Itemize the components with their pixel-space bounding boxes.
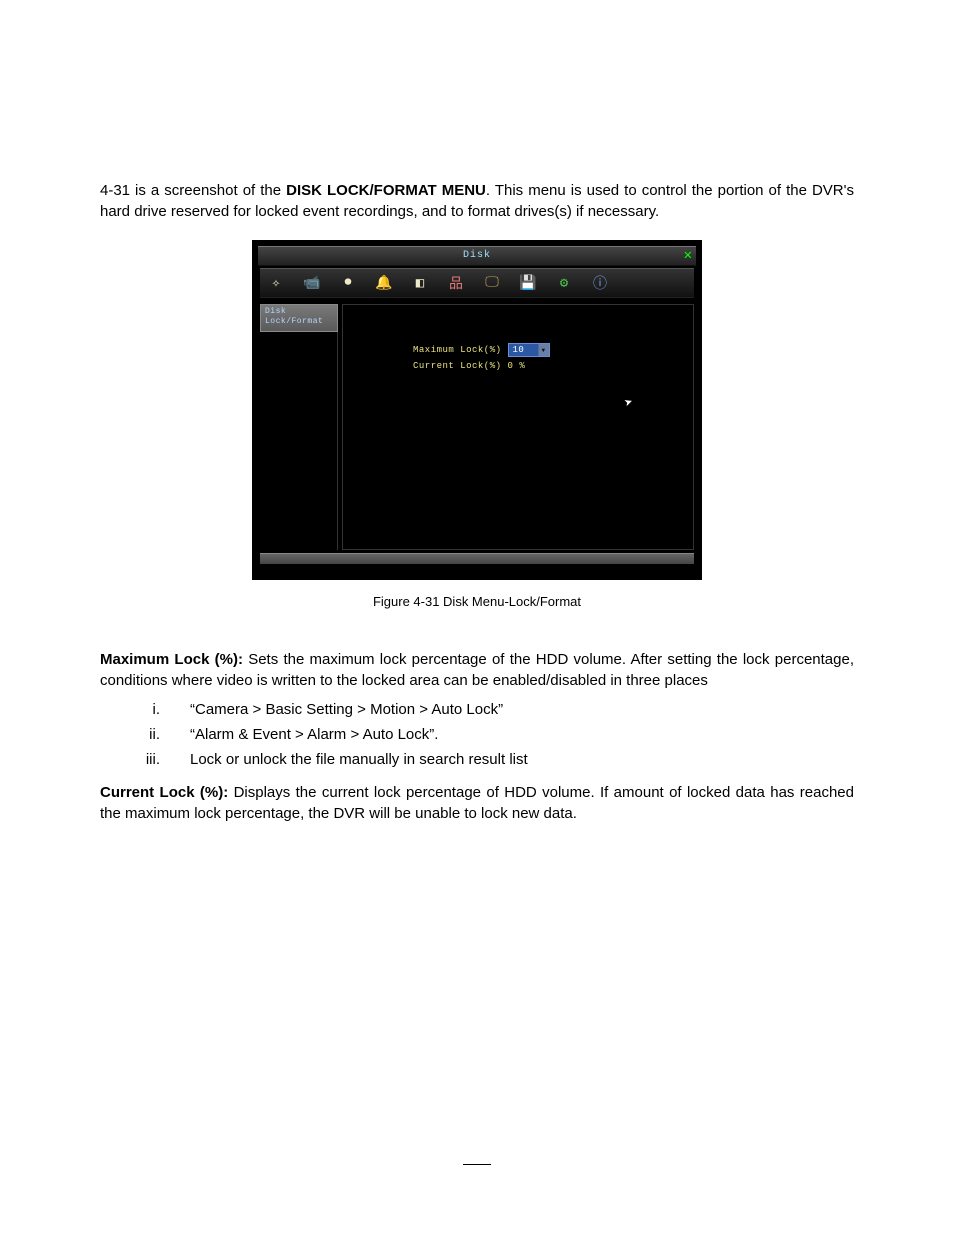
setting-maximum-lock-label: Maximum Lock(%) (413, 345, 502, 355)
current-lock-paragraph: Current Lock (%): Displays the current l… (100, 782, 854, 824)
dvr-toolbar: ✧ 📹 ⏺ 🔔 ◧ 品 🖵 💾 ⚙ ⓘ (260, 268, 694, 298)
figure-container: Disk ✕ ✧ 📹 ⏺ 🔔 ◧ 品 🖵 💾 ⚙ ⓘ Disk Lock/For… (100, 240, 854, 609)
list-text: “Camera > Basic Setting > Motion > Auto … (190, 701, 854, 718)
document-page: 4-31 is a screenshot of the DISK LOCK/FO… (0, 0, 954, 1235)
maximum-lock-paragraph: Maximum Lock (%): Sets the maximum lock … (100, 649, 854, 691)
figure-caption: Figure 4-31 Disk Menu-Lock/Format (100, 594, 854, 609)
setting-current-lock: Current Lock(%) 0 % (413, 361, 525, 371)
camera-icon[interactable]: 📹 (302, 273, 322, 293)
alarm-icon[interactable]: 🔔 (374, 273, 394, 293)
intro-bold: DISK LOCK/FORMAT MENU (286, 182, 486, 199)
list-text: Lock or unlock the file manually in sear… (190, 751, 854, 768)
list-item: i. “Camera > Basic Setting > Motion > Au… (100, 701, 854, 718)
system-icon[interactable]: ⚙ (554, 273, 574, 293)
maximum-lock-heading: Maximum Lock (%): (100, 651, 243, 668)
cursor-icon: ➤ (622, 394, 636, 413)
dvr-bottombar (260, 553, 694, 564)
display-icon[interactable]: 🖵 (482, 273, 502, 293)
info-icon[interactable]: ⓘ (590, 273, 610, 293)
schedule-icon[interactable]: ◧ (410, 273, 430, 293)
list-text: “Alarm & Event > Alarm > Auto Lock”. (190, 726, 854, 743)
dvr-window-title: Disk (258, 247, 696, 265)
list-item: iii. Lock or unlock the file manually in… (100, 751, 854, 768)
close-icon[interactable]: ✕ (682, 247, 694, 265)
intro-paragraph: 4-31 is a screenshot of the DISK LOCK/FO… (100, 180, 854, 222)
setting-current-lock-value: 0 % (508, 361, 526, 371)
record-icon[interactable]: ⏺ (338, 273, 358, 293)
sidebar-item-disk-lock-format[interactable]: Disk Lock/Format (260, 304, 338, 332)
disk-icon[interactable]: 💾 (518, 273, 538, 293)
settings-panel: Maximum Lock(%) 10 ▼ Current Lock(%) 0 %… (342, 304, 694, 550)
conditions-list: i. “Camera > Basic Setting > Motion > Au… (100, 701, 854, 768)
maximum-lock-select[interactable]: 10 ▼ (508, 343, 550, 357)
list-number: i. (100, 701, 190, 718)
list-item: ii. “Alarm & Event > Alarm > Auto Lock”. (100, 726, 854, 743)
list-number: ii. (100, 726, 190, 743)
dvr-screenshot: Disk ✕ ✧ 📹 ⏺ 🔔 ◧ 品 🖵 💾 ⚙ ⓘ Disk Lock/For… (252, 240, 702, 580)
page-footer-rule (463, 1164, 491, 1165)
setting-current-lock-label: Current Lock(%) (413, 361, 502, 371)
network-icon[interactable]: 品 (446, 273, 466, 293)
setting-maximum-lock: Maximum Lock(%) 10 ▼ (413, 343, 550, 357)
list-number: iii. (100, 751, 190, 768)
sidebar-divider (337, 332, 338, 550)
dvr-titlebar: Disk ✕ (258, 246, 696, 266)
express-icon[interactable]: ✧ (266, 273, 286, 293)
current-lock-heading: Current Lock (%): (100, 784, 228, 801)
maximum-lock-value: 10 (513, 345, 525, 355)
chevron-down-icon: ▼ (538, 344, 549, 356)
intro-prefix: 4-31 is a screenshot of the (100, 182, 286, 199)
